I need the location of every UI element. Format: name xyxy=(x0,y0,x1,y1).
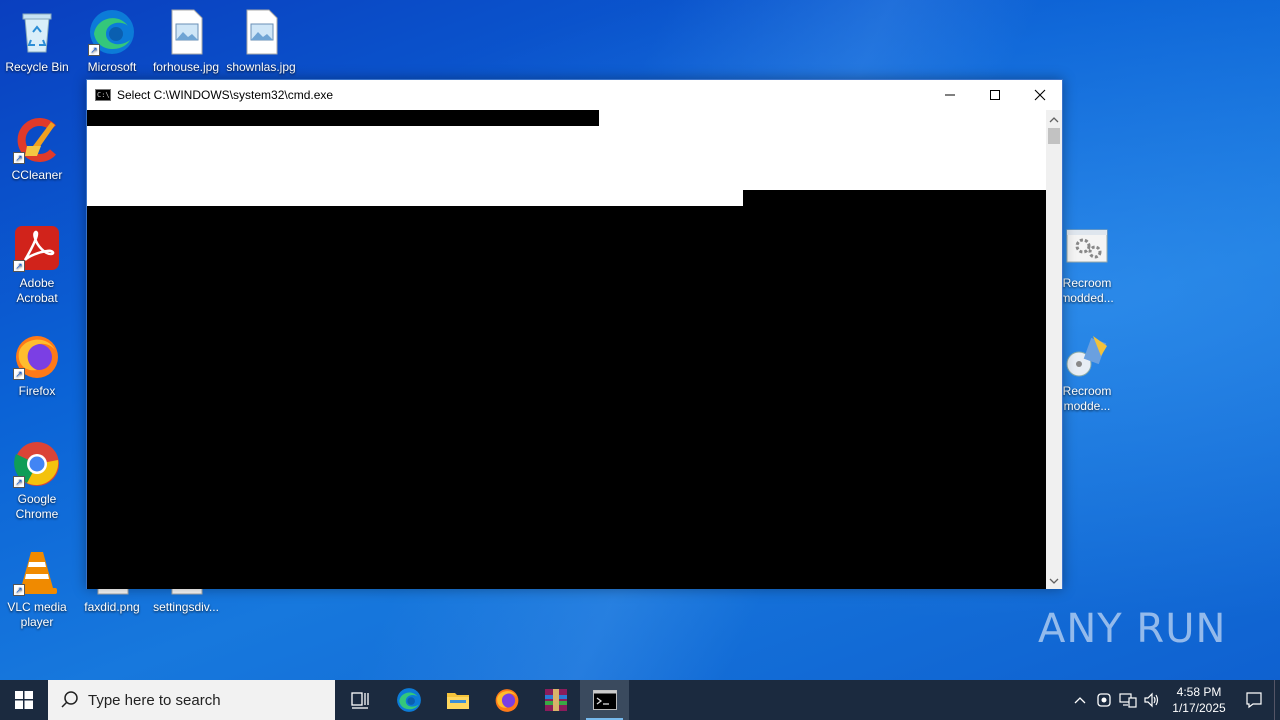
desktop-icon-forhouse[interactable]: forhouse.jpg xyxy=(149,8,223,75)
search-placeholder: Type here to search xyxy=(88,691,221,709)
desktop-icon-chrome[interactable]: ↗ Google Chrome xyxy=(0,440,74,522)
scroll-down-icon[interactable] xyxy=(1046,573,1062,589)
network-icon xyxy=(1119,693,1137,708)
network-button[interactable] xyxy=(1116,680,1140,720)
vertical-scrollbar[interactable] xyxy=(1046,110,1062,589)
recycle-bin-icon xyxy=(13,8,61,56)
desktop-icon-label: Firefox xyxy=(18,384,56,398)
window-title: Select C:\WINDOWS\system32\cmd.exe xyxy=(117,88,334,102)
settings-file-icon xyxy=(1063,224,1111,272)
minimize-button[interactable] xyxy=(927,80,973,110)
search-icon xyxy=(61,691,78,708)
installer-icon xyxy=(1063,332,1111,380)
tray-app-button[interactable] xyxy=(1092,680,1116,720)
chevron-up-icon xyxy=(1074,697,1086,704)
console-area[interactable] xyxy=(87,110,1047,589)
desktop-icon-label: forhouse.jpg xyxy=(152,60,220,74)
desktop-icon-shownlas[interactable]: shownlas.jpg xyxy=(224,8,298,75)
desktop-icon-label: Adobe Acrobat xyxy=(16,276,58,305)
vlc-icon: ↗ xyxy=(13,548,61,596)
acrobat-icon: ↗ xyxy=(13,224,61,272)
console-output-block xyxy=(743,190,1047,206)
task-view-icon xyxy=(350,692,369,709)
close-icon xyxy=(1034,89,1046,101)
cmd-icon xyxy=(592,690,617,710)
scrollbar-thumb[interactable] xyxy=(1048,128,1060,144)
taskbar-edge[interactable] xyxy=(384,680,433,720)
image-file-icon xyxy=(237,8,285,56)
desktop-icon-ccleaner[interactable]: ↗ CCleaner xyxy=(0,116,74,183)
desktop-icon-label: faxdid.png xyxy=(84,600,140,614)
winrar-icon xyxy=(544,689,567,711)
minimize-icon xyxy=(945,94,955,96)
taskbar-file-explorer[interactable] xyxy=(433,680,482,720)
desktop-icon-firefox[interactable]: ↗ Firefox xyxy=(0,332,74,399)
action-center-button[interactable] xyxy=(1234,680,1274,720)
maximize-icon xyxy=(990,90,1000,100)
show-hidden-icons-button[interactable] xyxy=(1068,680,1092,720)
desktop-icon-label: settingsdiv... xyxy=(153,600,219,614)
start-button[interactable] xyxy=(0,680,48,720)
clock-date: 1/17/2025 xyxy=(1172,701,1226,715)
clock-time: 4:58 PM xyxy=(1176,685,1222,699)
anyrun-watermark: ANY RUN xyxy=(1038,606,1226,652)
windows-logo-icon xyxy=(15,691,33,709)
cmd-window[interactable]: C:\ Select C:\WINDOWS\system32\cmd.exe xyxy=(86,79,1063,589)
taskbar-search-box[interactable]: Type here to search xyxy=(48,680,335,720)
desktop-icon-label: Google Chrome xyxy=(15,492,59,521)
close-button[interactable] xyxy=(1017,80,1063,110)
desktop-icon-vlc[interactable]: ↗ VLC media player xyxy=(0,548,74,630)
window-titlebar[interactable]: C:\ Select C:\WINDOWS\system32\cmd.exe xyxy=(87,80,1062,110)
desktop-icon-recycle-bin[interactable]: Recycle Bin xyxy=(0,8,74,75)
ccleaner-icon: ↗ xyxy=(13,116,61,164)
cmd-icon: C:\ xyxy=(95,89,111,101)
edge-icon: ↗ xyxy=(88,8,136,56)
notification-icon xyxy=(1246,692,1262,709)
desktop-icon-label: Recycle Bin xyxy=(5,60,69,74)
firefox-icon: ↗ xyxy=(13,332,61,380)
desktop-icon-label: VLC media player xyxy=(7,600,67,629)
taskbar-winrar[interactable] xyxy=(531,680,580,720)
desktop-icon-edge[interactable]: ↗ Microsoft Edge xyxy=(75,8,149,75)
taskbar-firefox[interactable] xyxy=(482,680,531,720)
taskbar: Type here to search 4:58 PM 1/17/2025 xyxy=(0,680,1280,720)
console-output-block xyxy=(87,206,1047,589)
volume-button[interactable] xyxy=(1140,680,1164,720)
desktop-icon-label: CCleaner xyxy=(11,168,63,182)
task-view-button[interactable] xyxy=(335,680,384,720)
taskbar-clock[interactable]: 4:58 PM 1/17/2025 xyxy=(1164,684,1234,716)
desktop-icon-label: shownlas.jpg xyxy=(226,60,296,74)
taskbar-cmd[interactable] xyxy=(580,680,629,720)
system-tray: 4:58 PM 1/17/2025 xyxy=(1068,680,1280,720)
tray-app-icon xyxy=(1097,693,1111,707)
file-explorer-icon xyxy=(446,693,469,709)
chrome-icon: ↗ xyxy=(13,440,61,488)
speaker-icon xyxy=(1144,692,1159,708)
desktop-icon-label: Microsoft Edge xyxy=(87,60,137,74)
show-desktop-button[interactable] xyxy=(1274,680,1280,720)
maximize-button[interactable] xyxy=(972,80,1018,110)
firefox-icon xyxy=(495,689,518,712)
edge-icon xyxy=(396,688,421,712)
scroll-up-icon[interactable] xyxy=(1046,112,1062,128)
desktop-icon-acrobat[interactable]: ↗ Adobe Acrobat xyxy=(0,224,74,306)
console-output-redacted xyxy=(87,110,599,126)
image-file-icon xyxy=(162,8,210,56)
watermark-text: ANY RUN xyxy=(1038,606,1227,652)
